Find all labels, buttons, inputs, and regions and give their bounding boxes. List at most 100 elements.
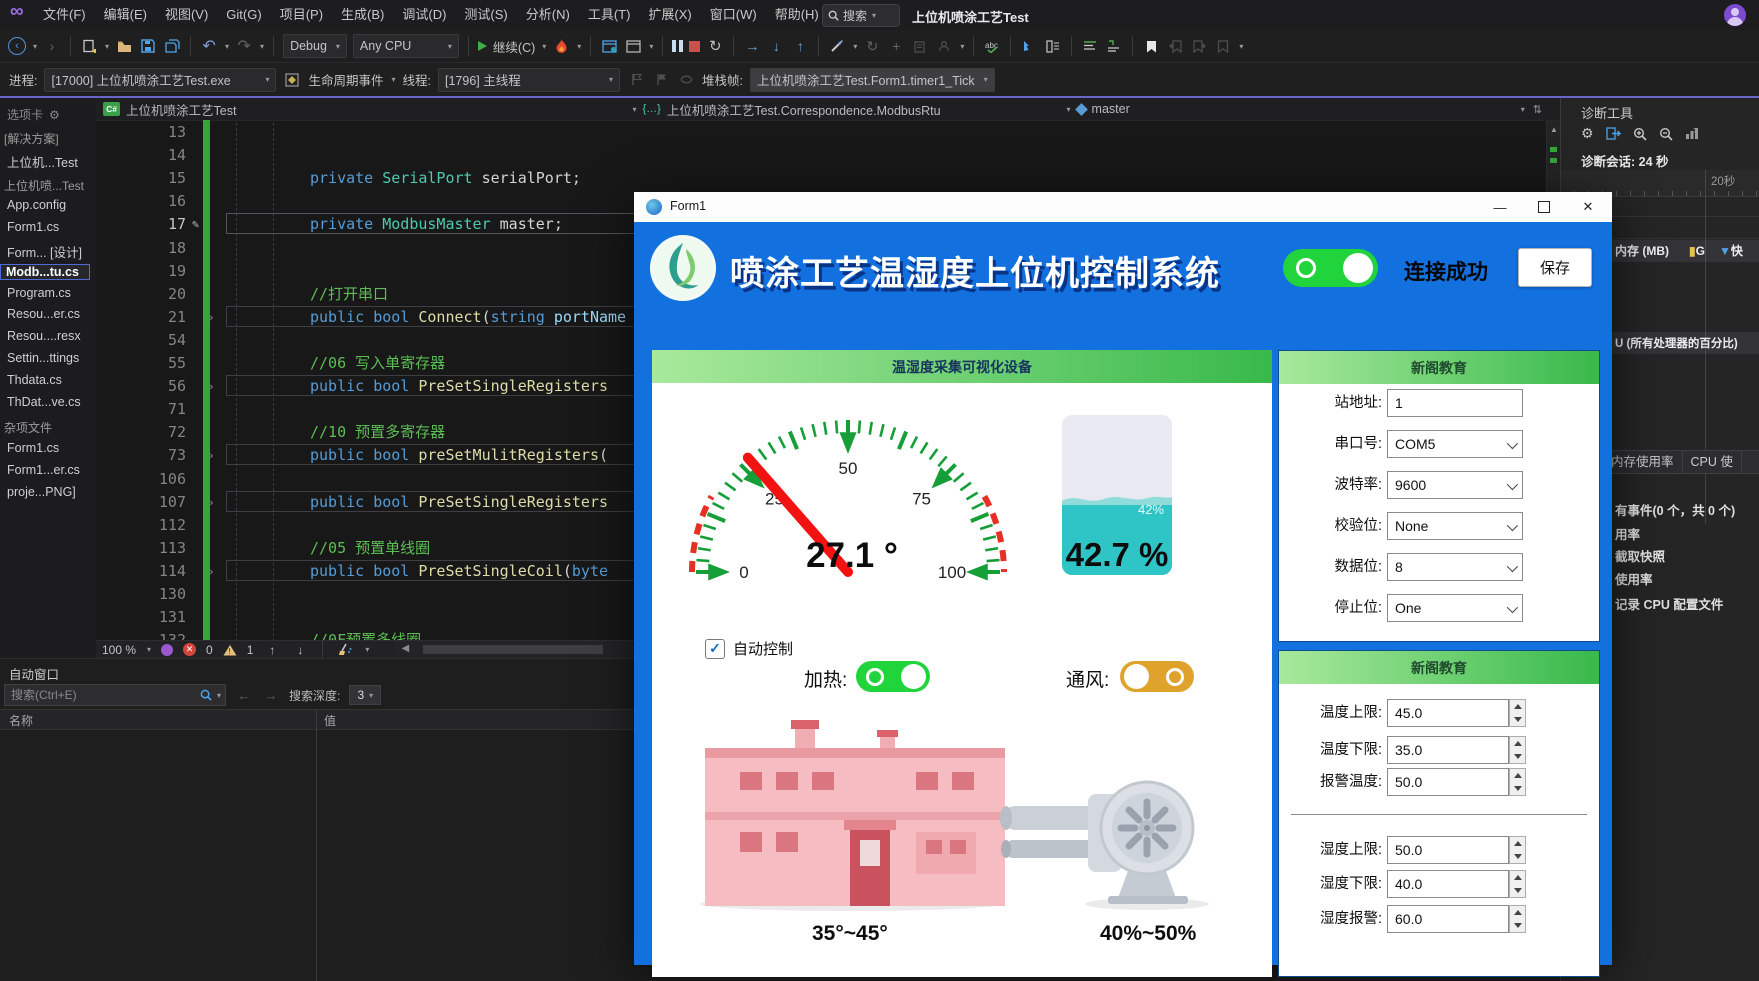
code-window-icon[interactable]: [600, 37, 618, 55]
menu-item[interactable]: 调试(D): [393, 0, 455, 30]
person-icon[interactable]: [935, 37, 953, 55]
fold-arrow-icon[interactable]: ›: [208, 306, 215, 329]
fold-arrow-icon[interactable]: ›: [208, 491, 215, 514]
menu-item[interactable]: 测试(S): [455, 0, 516, 30]
numeric-input[interactable]: 50.0: [1387, 768, 1509, 796]
account-avatar[interactable]: [1724, 4, 1746, 26]
new-file-icon[interactable]: [80, 37, 98, 55]
menu-item[interactable]: 编辑(E): [95, 0, 156, 30]
scroll-up-icon[interactable]: ▲: [1550, 125, 1558, 134]
heat-toggle[interactable]: [856, 661, 930, 692]
save-all-icon[interactable]: [163, 37, 181, 55]
column-value[interactable]: 值: [324, 712, 336, 729]
depth-dropdown[interactable]: 3▾: [349, 685, 381, 705]
numeric-input[interactable]: 50.0: [1387, 836, 1509, 864]
sidebar-item[interactable]: Form... [设计]: [0, 242, 96, 261]
next-issue-icon[interactable]: ↓: [291, 641, 309, 659]
vent-toggle[interactable]: [1120, 661, 1194, 692]
bookmark-clear-icon[interactable]: [1214, 37, 1232, 55]
bookmark-next-icon[interactable]: [1190, 37, 1208, 55]
chevron-down-icon[interactable]: ▾: [217, 691, 221, 700]
sidebar-item[interactable]: Form1...er.cs: [0, 463, 96, 477]
sidebar-item[interactable]: App.config: [0, 198, 96, 212]
bookmark-toggle-icon[interactable]: [1142, 37, 1160, 55]
add-icon[interactable]: +: [887, 37, 905, 55]
minimize-button[interactable]: —: [1480, 192, 1520, 222]
field-dropdown[interactable]: 8: [1387, 553, 1523, 581]
process-dropdown[interactable]: [17000] 上位机喷涂工艺Test.exe▾: [44, 68, 276, 92]
spinner-buttons[interactable]: [1509, 699, 1526, 727]
menu-item[interactable]: 项目(P): [271, 0, 332, 30]
continue-icon[interactable]: [478, 41, 487, 51]
fold-arrow-icon[interactable]: ›: [208, 560, 215, 583]
sidebar-item[interactable]: proje...PNG]: [0, 485, 96, 499]
sidebar-item[interactable]: Form1.cs: [0, 220, 96, 234]
menu-item[interactable]: 窗口(W): [701, 0, 766, 30]
field-dropdown[interactable]: None: [1387, 512, 1523, 540]
sidebar-item[interactable]: Form1.cs: [0, 441, 96, 455]
uncomment-icon[interactable]: [1105, 37, 1123, 55]
save-icon[interactable]: [139, 37, 157, 55]
redo-icon[interactable]: ↷: [235, 37, 253, 55]
field-dropdown[interactable]: 9600: [1387, 471, 1523, 499]
spinner-buttons[interactable]: [1509, 836, 1526, 864]
bookmark-prev-icon[interactable]: [1166, 37, 1184, 55]
scroll-left-icon[interactable]: ◀: [401, 643, 409, 654]
menu-item[interactable]: 文件(F): [34, 0, 95, 30]
sidebar-item[interactable]: Modb...tu.cs: [0, 264, 90, 280]
hot-reload-icon[interactable]: [552, 37, 570, 55]
pause-icon[interactable]: [672, 40, 683, 52]
field-dropdown[interactable]: One: [1387, 594, 1523, 622]
autos-search-box[interactable]: ▾: [4, 684, 226, 706]
menu-item[interactable]: 生成(B): [332, 0, 393, 30]
navigate-back-icon[interactable]: ‹: [8, 37, 26, 55]
sidebar-item[interactable]: Program.cs: [0, 286, 96, 300]
sidebar-item[interactable]: Settin...ttings: [0, 351, 96, 365]
rename-icon[interactable]: [1020, 37, 1038, 55]
spinner-buttons[interactable]: [1509, 736, 1526, 764]
open-folder-icon[interactable]: [115, 37, 133, 55]
fold-arrow-icon[interactable]: ›: [208, 444, 215, 467]
diagnostics-tab[interactable]: CPU 使: [1683, 451, 1742, 473]
numeric-input[interactable]: 40.0: [1387, 870, 1509, 898]
fold-arrow-icon[interactable]: ›: [208, 375, 215, 398]
numeric-input[interactable]: 60.0: [1387, 905, 1509, 933]
field-input[interactable]: 1: [1387, 389, 1523, 417]
chart-icon[interactable]: ?: [1685, 127, 1699, 140]
refresh-icon[interactable]: ↻: [863, 37, 881, 55]
code-line[interactable]: 13: [96, 121, 1560, 144]
save-button[interactable]: 保存: [1518, 248, 1592, 287]
close-button[interactable]: ✕: [1568, 192, 1608, 222]
spinner-buttons[interactable]: [1509, 870, 1526, 898]
spinner-buttons[interactable]: [1509, 905, 1526, 933]
step-out-icon[interactable]: ↑: [791, 37, 809, 55]
zoom-in-icon[interactable]: [1633, 127, 1647, 141]
undo-icon[interactable]: ↶: [200, 37, 218, 55]
numeric-input[interactable]: 45.0: [1387, 699, 1509, 727]
diagnostics-action[interactable]: 用率: [1615, 524, 1640, 543]
code-line[interactable]: 14: [96, 144, 1560, 167]
diagnostics-action[interactable]: 使用率: [1615, 569, 1653, 588]
diagnostics-action[interactable]: 截取快照: [1615, 546, 1665, 565]
platform-dropdown[interactable]: Any CPU▾: [353, 34, 459, 58]
sidebar-item[interactable]: Resou...er.cs: [0, 307, 96, 321]
sidebar-item[interactable]: Resou....resx: [0, 329, 96, 343]
flag-filled-icon[interactable]: [652, 71, 670, 89]
zoom-out-icon[interactable]: [1659, 127, 1673, 141]
navigate-forward-icon[interactable]: ›: [43, 37, 61, 55]
prev-issue-icon[interactable]: ↑: [263, 641, 281, 659]
extract-method-icon[interactable]: [1044, 37, 1062, 55]
menu-item[interactable]: 视图(V): [156, 0, 217, 30]
diagnostics-action[interactable]: 有事件(0 个，共 0 个): [1615, 500, 1735, 519]
menu-item[interactable]: Git(G): [217, 0, 270, 30]
thread-dropdown[interactable]: [1796] 主线程▾: [438, 68, 620, 92]
warning-count[interactable]: 1: [247, 643, 254, 657]
connection-toggle[interactable]: [1283, 249, 1378, 287]
sidebar-item[interactable]: Thdata.cs: [0, 373, 96, 387]
search-next-icon[interactable]: →: [262, 686, 280, 704]
error-count[interactable]: 0: [206, 643, 213, 657]
column-name[interactable]: 名称: [9, 712, 33, 729]
scrollbar-thumb[interactable]: [423, 645, 603, 654]
restart-icon[interactable]: ↻: [706, 37, 724, 55]
export-icon[interactable]: [1606, 127, 1621, 140]
